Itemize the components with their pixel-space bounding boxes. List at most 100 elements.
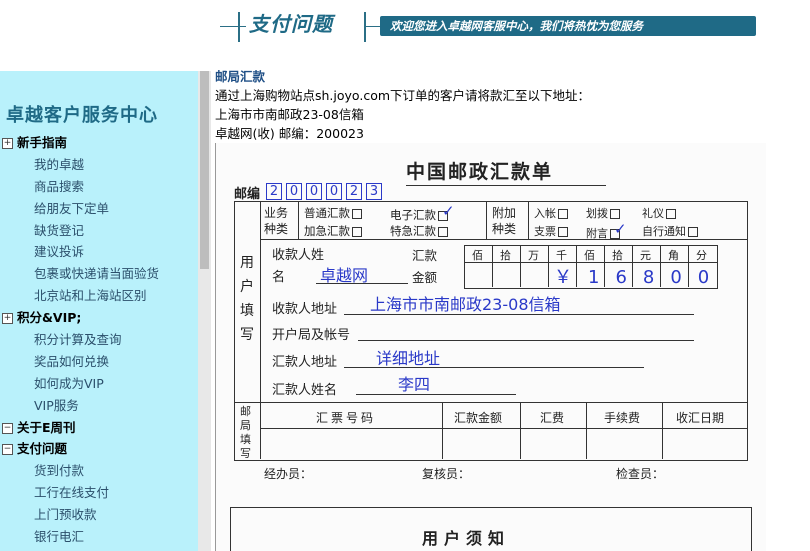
form-divider	[260, 239, 747, 240]
expand-icon[interactable]: +	[2, 138, 13, 149]
col-header: 收汇日期	[676, 411, 725, 425]
page-header: 支付问题 欢迎您进入卓越网客服中心，我们将热忱为您服务	[0, 0, 810, 62]
form-divider	[660, 245, 661, 287]
welcome-banner: 欢迎您进入卓越网客服中心，我们将热忱为您服务	[380, 16, 756, 36]
extra-opt: 附言 ✓	[586, 220, 627, 240]
form-divider	[234, 402, 747, 403]
sidebar-item-cash-on-delivery[interactable]: 货到付款	[0, 460, 198, 482]
form-divider	[662, 402, 663, 459]
sender-address-label: 汇款人地址	[272, 355, 338, 370]
collapse-icon[interactable]: −	[2, 422, 13, 434]
header-rule-left	[220, 26, 246, 27]
zip-digit: 0	[286, 183, 302, 200]
sender-name-label: 汇款人姓名	[272, 383, 338, 398]
form-divider	[442, 402, 443, 459]
handler-label: 经办员：	[264, 467, 313, 481]
form-divider	[492, 245, 493, 287]
amount-unit: 分	[696, 249, 707, 262]
amount-value: ￥16800	[554, 267, 726, 288]
sidebar-menu: + 新手指南 我的卓越 商品搜索 给朋友下定单 缺货登记 建议投诉 包裹或快递请当…	[0, 132, 198, 548]
form-divider	[260, 428, 747, 429]
amount-unit: 佰	[472, 249, 483, 262]
user-fill-label: 用户填写	[240, 255, 254, 343]
expand-icon[interactable]: +	[2, 313, 13, 325]
sidebar-item-door-prepay[interactable]: 上门预收款	[0, 504, 198, 526]
sidebar-item-become-vip[interactable]: 如何成为VIP	[0, 373, 198, 395]
amount-unit: 万	[528, 249, 539, 262]
post-fill-label: 邮局填写	[240, 405, 251, 460]
collapse-icon[interactable]: −	[2, 444, 13, 456]
address-label: 收款人地址	[272, 302, 338, 317]
address-line: 上海市市南邮政23-08信箱	[215, 107, 364, 122]
form-divider	[520, 402, 521, 459]
sidebar-item-suggestions[interactable]: 建议投诉	[0, 241, 198, 263]
extra-opt: 礼仪	[642, 205, 676, 221]
notice-title: 用户须知	[422, 529, 511, 548]
col-header: 汇款金额	[454, 411, 503, 425]
extra-opt: 划拨	[586, 205, 620, 221]
underline	[356, 394, 516, 395]
sidebar-item-product-search[interactable]: 商品搜索	[0, 176, 198, 198]
sidebar-item-points-calc[interactable]: 积分计算及查询	[0, 329, 198, 351]
header-bracket-right	[364, 12, 366, 42]
bank-label: 开户局及帐号	[272, 328, 351, 343]
sidebar-item-bank-transfer[interactable]: 银行电汇	[0, 526, 198, 548]
zip-digit: 3	[366, 183, 382, 200]
col-header: 汇票号码	[316, 411, 377, 425]
sidebar-item-my-joyo[interactable]: 我的卓越	[0, 154, 198, 176]
form-divider	[486, 201, 487, 239]
recipient-line: 卓越网(收) 邮编：200023	[215, 126, 364, 141]
header-bracket-left	[238, 12, 240, 42]
address-value: 上海市市南邮政23-08信箱	[370, 295, 561, 314]
form-divider	[298, 201, 299, 239]
amount-label: 汇款金额	[412, 248, 438, 285]
sidebar-group-newbie[interactable]: + 新手指南	[0, 132, 198, 154]
biz-type-label: 业务种类	[264, 206, 289, 236]
sidebar-item-site-difference[interactable]: 北京站和上海站区别	[0, 285, 198, 307]
sidebar-item-redeem-prizes[interactable]: 奖品如何兑换	[0, 351, 198, 373]
biz-opt: 特急汇款	[390, 223, 448, 239]
biz-opt: 普通汇款	[304, 205, 362, 221]
form-divider	[528, 201, 529, 239]
scrollbar-thumb[interactable]	[200, 71, 209, 269]
form-title: 中国邮政汇款单	[406, 161, 554, 183]
extra-opt: 支票	[534, 223, 568, 239]
amount-unit: 千	[556, 249, 567, 262]
sidebar: 卓越客户服务中心 + 新手指南 我的卓越 商品搜索 给朋友下定单 缺货登记 建议投…	[0, 71, 198, 551]
underline	[344, 314, 694, 315]
sidebar-item-order-for-friend[interactable]: 给朋友下定单	[0, 198, 198, 220]
form-divider	[632, 245, 633, 287]
extra-label: 附加种类	[492, 206, 517, 236]
money-order-image: 中国邮政汇款单 邮编 2 0 0 0 2 3 用户填写 邮局填写 业务种类 普通…	[215, 143, 766, 551]
zip-digit: 2	[266, 183, 282, 200]
sidebar-item-vip-service[interactable]: VIP服务	[0, 395, 198, 417]
extra-opt: 入帐	[534, 205, 568, 221]
sidebar-item-out-of-stock[interactable]: 缺货登记	[0, 220, 198, 242]
amount-unit: 元	[640, 249, 651, 262]
underline	[358, 340, 694, 341]
sidebar-brand: 卓越客户服务中心	[6, 105, 158, 126]
sidebar-group-points-vip[interactable]: + 积分&VIP;	[0, 307, 198, 329]
form-divider	[548, 245, 549, 287]
amount-unit: 拾	[612, 249, 623, 262]
form-divider	[520, 245, 521, 287]
inspector-label: 检查员：	[616, 467, 665, 481]
col-header: 手续费	[604, 411, 641, 425]
underline	[316, 283, 408, 284]
form-divider	[576, 245, 577, 287]
title-underline	[406, 185, 606, 186]
sender-name-value: 李四	[398, 375, 431, 394]
form-divider	[688, 245, 689, 287]
zip-label: 邮编	[234, 187, 261, 202]
page-title: 支付问题	[249, 12, 333, 36]
amount-unit: 角	[668, 249, 679, 262]
biz-opt: 电子汇款 ✓	[390, 202, 455, 222]
extra-opt: 自行通知	[642, 223, 698, 239]
instruction-line: 通过上海购物站点sh.joyo.com下订单的客户请将款汇至以下地址：	[215, 88, 591, 103]
section-title: 邮局汇款	[215, 69, 266, 84]
sidebar-group-payment[interactable]: − 支付问题	[0, 438, 198, 460]
sidebar-group-eweekly[interactable]: − 关于E周刊	[0, 417, 198, 439]
sidebar-scrollbar[interactable]	[198, 71, 211, 551]
sidebar-item-inspect-package[interactable]: 包裹或快递请当面验货	[0, 263, 198, 285]
sidebar-item-icbc-online[interactable]: 工行在线支付	[0, 482, 198, 504]
